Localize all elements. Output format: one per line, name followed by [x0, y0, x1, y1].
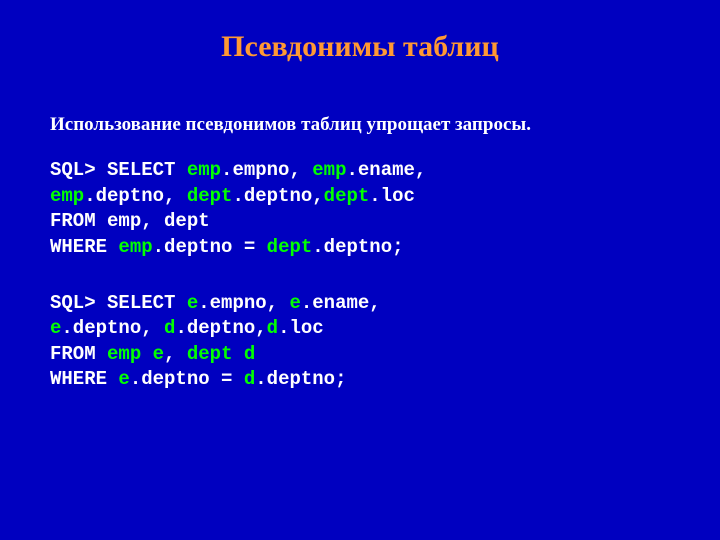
- code-line: WHERE emp.deptno = dept.deptno;: [50, 235, 670, 261]
- code-line: emp.deptno, dept.deptno,dept.loc: [50, 184, 670, 210]
- code-block-1: SQL> SELECT emp.empno, emp.ename, emp.de…: [50, 158, 670, 261]
- code-line: WHERE e.deptno = d.deptno;: [50, 367, 670, 393]
- code-line: SQL> SELECT e.empno, e.ename,: [50, 291, 670, 317]
- code-line: FROM emp, dept: [50, 209, 670, 235]
- slide-container: Псевдонимы таблиц Использование псевдони…: [0, 0, 720, 540]
- code-line: e.deptno, d.deptno,d.loc: [50, 316, 670, 342]
- slide-subtitle: Использование псевдонимов таблиц упрощае…: [50, 114, 670, 136]
- slide-title: Псевдонимы таблиц: [50, 30, 670, 64]
- code-line: FROM emp e, dept d: [50, 342, 670, 368]
- code-block-2: SQL> SELECT e.empno, e.ename, e.deptno, …: [50, 291, 670, 394]
- code-line: SQL> SELECT emp.empno, emp.ename,: [50, 158, 670, 184]
